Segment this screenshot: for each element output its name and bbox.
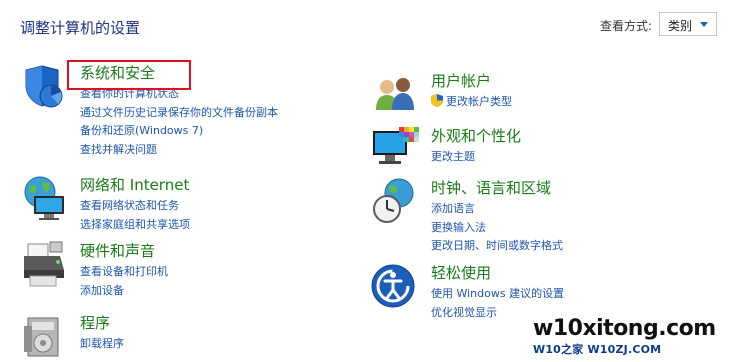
page-title: 调整计算机的设置 bbox=[20, 19, 141, 37]
network-globe-icon bbox=[24, 176, 64, 220]
appearance-link[interactable]: 外观和个性化 bbox=[431, 125, 521, 146]
programs-icon bbox=[24, 317, 59, 357]
view-by-label: 查看方式: bbox=[600, 19, 653, 33]
backup-restore-link[interactable]: 备份和还原(Windows 7) bbox=[80, 122, 278, 141]
uninstall-program-link[interactable]: 卸载程序 bbox=[80, 335, 124, 354]
clock-globe-icon bbox=[373, 178, 414, 223]
network-internet-link[interactable]: 网络和 Internet bbox=[80, 174, 189, 195]
hardware-sound-link[interactable]: 硬件和声音 bbox=[80, 240, 155, 261]
network-status-link[interactable]: 查看网络状态和任务 bbox=[80, 197, 190, 216]
chevron-down-icon bbox=[700, 22, 708, 27]
user-accounts-link[interactable]: 用户帐户 bbox=[431, 70, 491, 91]
highlight-box bbox=[67, 60, 191, 90]
ease-of-access-icon bbox=[371, 264, 415, 308]
view-by-dropdown[interactable]: 类别 bbox=[659, 12, 717, 36]
printer-icon bbox=[24, 241, 64, 287]
troubleshoot-link[interactable]: 查找并解决问题 bbox=[80, 141, 278, 160]
users-icon bbox=[376, 78, 414, 110]
shield-icon bbox=[25, 65, 63, 108]
clock-language-region-link[interactable]: 时钟、语言和区域 bbox=[431, 177, 551, 198]
add-device-link[interactable]: 添加设备 bbox=[80, 282, 168, 301]
file-history-link[interactable]: 通过文件历史记录保存你的文件备份副本 bbox=[80, 104, 278, 123]
watermark-main: w10xitong.com bbox=[533, 316, 716, 341]
homegroup-link[interactable]: 选择家庭组和共享选项 bbox=[80, 216, 190, 235]
view-by-value: 类别 bbox=[668, 19, 693, 33]
watermark: w10xitong.com W10之家 W10ZJ.COM bbox=[533, 316, 716, 357]
uac-shield-icon bbox=[431, 94, 443, 107]
change-input-method-link[interactable]: 更换输入法 bbox=[431, 219, 563, 238]
add-language-link[interactable]: 添加语言 bbox=[431, 200, 563, 219]
ease-of-access-link[interactable]: 轻松使用 bbox=[431, 262, 491, 283]
change-account-type-label: 更改帐户类型 bbox=[446, 95, 512, 108]
recommended-settings-link[interactable]: 使用 Windows 建议的设置 bbox=[431, 285, 564, 304]
change-account-type-link[interactable]: 更改帐户类型 bbox=[431, 93, 512, 112]
appearance-monitor-icon bbox=[373, 127, 419, 164]
watermark-sub: W10之家 W10ZJ.COM bbox=[533, 343, 662, 356]
devices-printers-link[interactable]: 查看设备和打印机 bbox=[80, 263, 168, 282]
programs-link[interactable]: 程序 bbox=[80, 312, 110, 333]
change-theme-link[interactable]: 更改主题 bbox=[431, 148, 475, 167]
change-date-time-format-link[interactable]: 更改日期、时间或数字格式 bbox=[431, 237, 563, 256]
